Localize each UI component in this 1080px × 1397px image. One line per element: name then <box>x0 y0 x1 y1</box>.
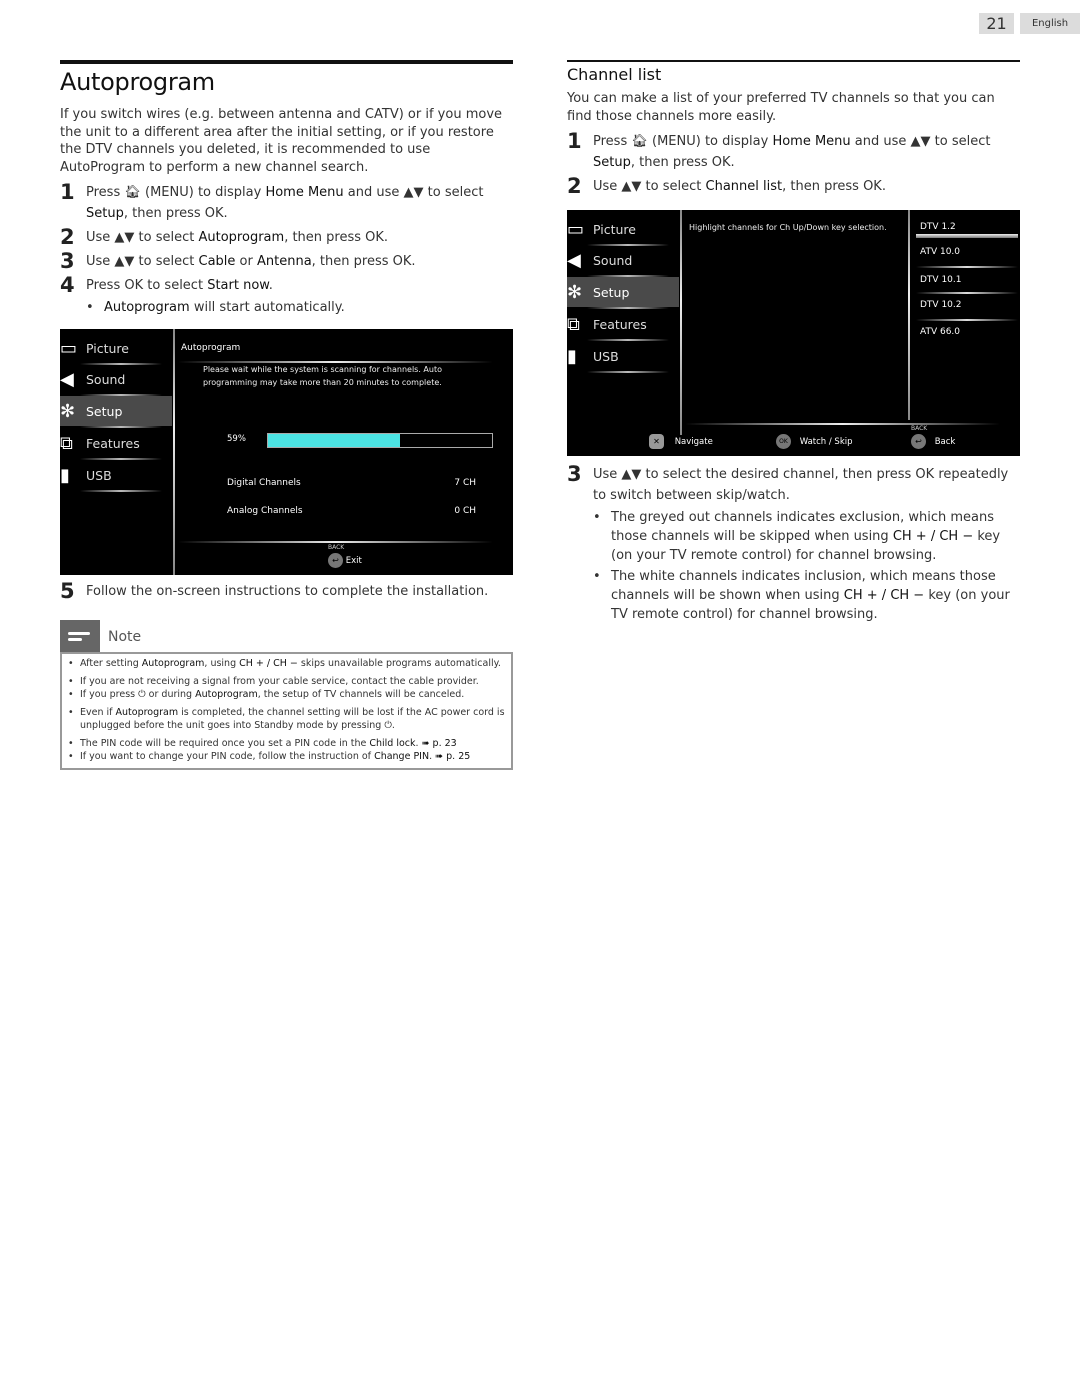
menu-item-features[interactable]: ⧉ Features <box>567 309 679 341</box>
page-reference-link[interactable]: ➠ p. 23 <box>422 738 457 749</box>
watch-skip-hint[interactable]: OK Watch / Skip <box>776 434 853 449</box>
step-2: 2 Use ▲▼ to select Autoprogram, then pre… <box>60 225 389 249</box>
divider <box>685 423 1000 425</box>
autoprogram-section: Autoprogram If you switch wires (e.g. be… <box>60 60 513 770</box>
picture-icon: ▭ <box>60 337 78 359</box>
page-reference-link[interactable]: ➠ p. 25 <box>435 751 470 762</box>
scan-message: Please wait while the system is scanning… <box>203 365 442 387</box>
channel-item[interactable]: ATV 10.0 <box>920 247 960 257</box>
features-icon: ⧉ <box>60 432 73 454</box>
menu-item-picture[interactable]: ▭ Picture <box>567 214 679 246</box>
menu-item-picture[interactable]: ▭ Picture <box>60 333 172 365</box>
section-title: Autoprogram <box>60 68 215 96</box>
note-item: • The PIN code will be required once you … <box>68 737 457 749</box>
digital-channels-label: Digital Channels <box>227 478 301 488</box>
step-1: 1 Press 🏠︎ (MENU) to display Home Menu a… <box>60 180 484 222</box>
step-4: 4 Press OK to select Start now. <box>60 273 273 297</box>
autoprogram-screen: ▭ Picture ◀ Sound ✻ Setup ⧉ Features ▮ USB Au… <box>60 329 513 575</box>
step-4-bullet: • Autoprogram will start automatically. <box>86 300 345 315</box>
ok-icon: OK <box>776 434 791 449</box>
menu-item-sound[interactable]: ◀ Sound <box>567 245 679 277</box>
channel-list: DTV 1.2 ATV 10.0 DTV 10.1 DTV 10.2 ATV 6… <box>910 210 1020 420</box>
divider <box>680 210 682 435</box>
progress-fill <box>268 434 401 447</box>
divider <box>916 266 1018 268</box>
channel-item[interactable]: DTV 10.2 <box>920 300 961 310</box>
divider <box>916 319 1018 321</box>
menu-item-setup[interactable]: ✻ Setup <box>567 277 679 309</box>
power-icon: ⏻ <box>384 720 392 731</box>
analog-channels-label: Analog Channels <box>227 506 303 516</box>
bullet-greyed-channels: • The greyed out channels indicates excl… <box>593 510 1001 563</box>
note-box: • After setting Autoprogram, using CH + /… <box>60 652 513 770</box>
tv-menu: ▭ Picture ◀ Sound ✻ Setup ⧉ Features ▮ USB <box>60 329 172 575</box>
note-item: • After setting Autoprogram, using CH + /… <box>68 658 501 669</box>
digital-channels-value: 7 CH <box>454 478 476 488</box>
back-icon: ↩ <box>328 553 343 568</box>
panel-title: Autoprogram <box>181 343 241 353</box>
menu-item-usb[interactable]: ▮ USB <box>60 460 172 492</box>
divider <box>178 541 493 543</box>
power-icon: ⏻ <box>138 689 146 700</box>
menu-item-usb[interactable]: ▮ USB <box>567 341 679 373</box>
section-intro: If you switch wires (e.g. between antenn… <box>60 107 503 175</box>
step-5: 5 Follow the on-screen instructions to c… <box>60 579 489 603</box>
progress-label: 59% <box>227 434 246 444</box>
menu-item-setup[interactable]: ✻ Setup <box>60 396 172 428</box>
sound-icon: ◀ <box>567 249 581 271</box>
gear-icon: ✻ <box>60 400 76 422</box>
section-rule <box>567 60 1020 62</box>
note-icon <box>60 620 100 652</box>
analog-channels-value: 0 CH <box>454 506 476 516</box>
note-header: Note <box>60 620 513 652</box>
step-3: 3 Use ▲▼ to select the desired channel, … <box>567 462 1009 504</box>
back-button[interactable]: ↩ Back <box>911 434 955 449</box>
note-item: • Even if Autoprogram is completed, the c… <box>68 706 505 732</box>
gear-icon: ✻ <box>567 281 583 303</box>
features-icon: ⧉ <box>567 313 580 335</box>
picture-icon: ▭ <box>567 218 585 240</box>
exit-button[interactable]: ↩ Exit <box>328 553 362 568</box>
usb-icon: ▮ <box>60 464 70 486</box>
section-intro: You can make a list of your preferred TV… <box>567 91 995 124</box>
channel-item[interactable]: DTV 1.2 <box>920 222 956 232</box>
note-item: • If you are not receiving a signal from … <box>68 675 479 687</box>
usb-icon: ▮ <box>567 345 577 367</box>
note-item: • If you want to change your PIN code, fo… <box>68 751 471 762</box>
progress-bar <box>267 433 493 448</box>
divider <box>173 329 175 575</box>
section-rule <box>60 60 513 64</box>
tv-menu: ▭ Picture ◀ Sound ✻ Setup ⧉ Features ▮ USB <box>567 210 679 456</box>
selection-highlight <box>916 234 1018 238</box>
navigate-hint: ✕ Navigate <box>649 434 713 449</box>
note-item: • If you press ⏻ or during Autoprogram, t… <box>68 689 465 700</box>
bullet-white-channels: • The white channels indicates inclusion… <box>593 569 1010 622</box>
step-3: 3 Use ▲▼ to select Cable or Antenna, the… <box>60 249 416 273</box>
channel-item[interactable]: ATV 66.0 <box>920 327 960 337</box>
channel-list-screen: ▭ Picture ◀ Sound ✻ Setup ⧉ Features ▮ USB Hi… <box>567 210 1020 456</box>
home-icon: 🏠︎ <box>631 134 648 149</box>
section-title: Channel list <box>567 65 662 84</box>
navigate-icon: ✕ <box>649 434 664 449</box>
divider <box>916 292 1018 294</box>
home-icon: 🏠︎ <box>124 185 141 200</box>
step-2: 2 Use ▲▼ to select Channel list, then pr… <box>567 174 886 198</box>
page-number: 21 <box>979 13 1014 34</box>
step-1: 1 Press 🏠︎ (MENU) to display Home Menu a… <box>567 129 991 171</box>
back-key-label: BACK <box>328 544 345 551</box>
menu-item-features[interactable]: ⧉ Features <box>60 428 172 460</box>
back-key-label: BACK <box>911 425 928 432</box>
back-icon: ↩ <box>911 434 926 449</box>
channel-item[interactable]: DTV 10.1 <box>920 275 961 285</box>
sound-icon: ◀ <box>60 368 74 390</box>
language-label: English <box>1020 13 1080 34</box>
menu-item-sound[interactable]: ◀ Sound <box>60 364 172 396</box>
channel-hint: Highlight channels for Ch Up/Down key se… <box>689 223 887 232</box>
channel-list-section: Channel list You can make a list of your… <box>567 60 1020 624</box>
